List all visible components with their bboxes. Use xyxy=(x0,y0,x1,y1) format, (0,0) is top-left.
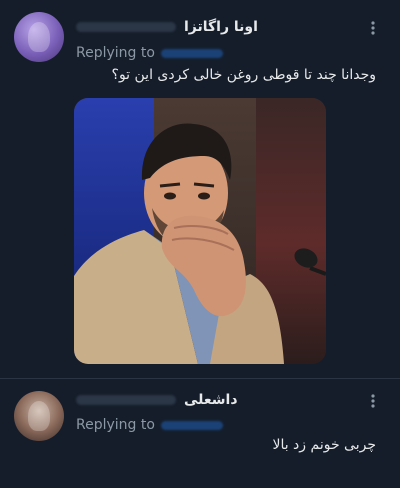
blurred-handle xyxy=(76,22,176,32)
replying-to-label: Replying to xyxy=(76,417,155,433)
author-name[interactable]: داشعلی xyxy=(184,392,238,408)
tweet-item[interactable]: داشعلی Replying to چربی خونم زد بالا xyxy=(0,379,400,488)
tweet-photo[interactable] xyxy=(74,98,326,364)
replying-to: Replying to xyxy=(76,44,223,62)
tweet-text: وجدانا چند تا قوطی روغن خالی کردی این تو… xyxy=(111,67,376,83)
replying-to: Replying to xyxy=(76,416,223,434)
more-options-icon[interactable] xyxy=(366,20,380,38)
replying-to-label: Replying to xyxy=(76,45,155,61)
avatar-figure xyxy=(28,401,50,431)
tweet-text: چربی خونم زد بالا xyxy=(272,437,376,453)
author-name[interactable]: اونا راگاتزا xyxy=(184,19,258,35)
replying-to-handle[interactable] xyxy=(160,420,223,430)
replying-to-handle[interactable] xyxy=(160,48,223,58)
photo-subject xyxy=(74,123,326,364)
author-row: اونا راگاتزا xyxy=(76,16,258,38)
tweet-item[interactable]: اونا راگاتزا Replying to وجدانا چند تا ق… xyxy=(0,0,400,378)
blurred-handle xyxy=(76,395,176,405)
avatar[interactable] xyxy=(14,391,64,441)
more-vertical-icon xyxy=(371,21,375,35)
avatar[interactable] xyxy=(14,12,64,62)
more-vertical-icon xyxy=(371,394,375,408)
more-options-icon[interactable] xyxy=(366,393,380,411)
avatar-figure xyxy=(28,22,50,52)
author-row: داشعلی xyxy=(76,389,238,411)
